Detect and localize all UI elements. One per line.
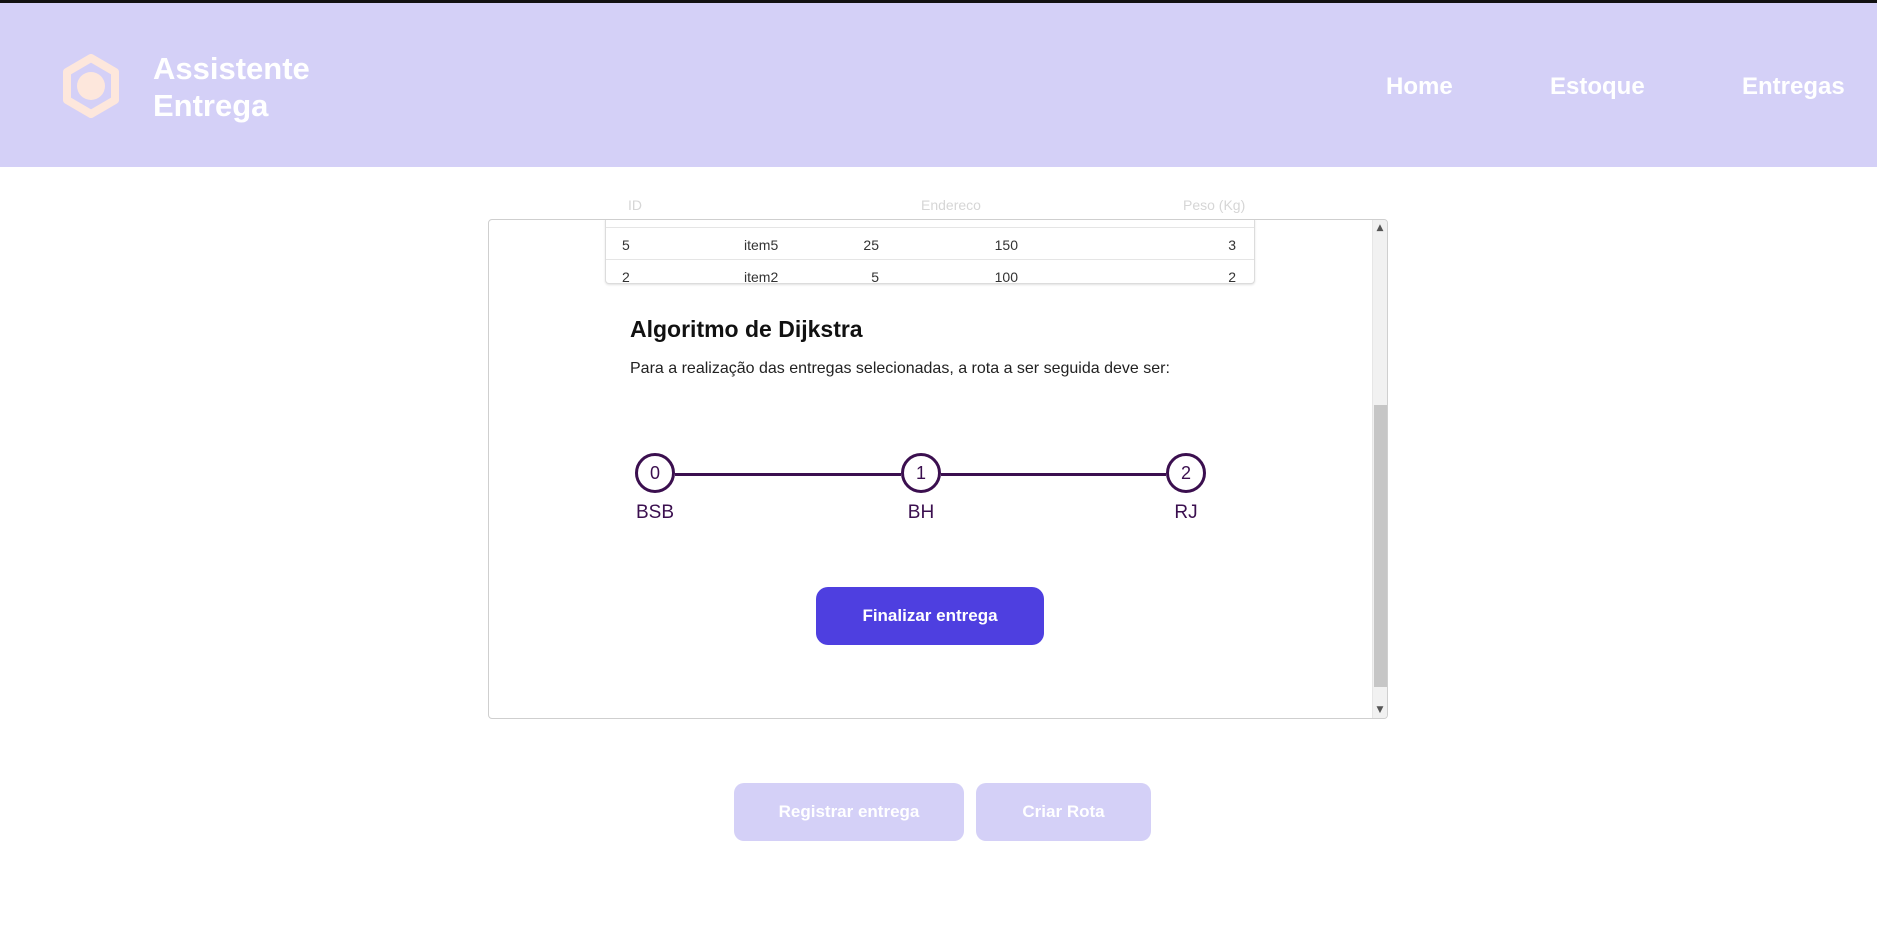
nav-stock[interactable]: Estoque — [1550, 73, 1645, 101]
route-city-label: BSB — [635, 502, 675, 523]
top-header: Assistente Entrega Home Estoque Entregas — [0, 3, 1877, 167]
cell-weight: 3 — [1228, 237, 1236, 253]
finalize-delivery-button[interactable]: Finalizar entrega — [816, 587, 1044, 645]
route-diagram: 0 1 2 BSB BH RJ — [635, 448, 1215, 548]
cell-value: 150 — [994, 237, 1018, 253]
chevron-down-icon[interactable]: ▼ — [1373, 703, 1387, 717]
brand-title: Assistente Entrega — [153, 50, 310, 124]
col-header-weight: Peso (Kg) — [1183, 197, 1246, 213]
cell-id: 5 — [622, 237, 630, 253]
brand-line-2: Entrega — [153, 88, 269, 123]
nav-home[interactable]: Home — [1386, 73, 1453, 101]
route-edge — [675, 473, 901, 476]
cell-id: 2 — [622, 269, 630, 285]
table-row[interactable]: 5 item5 25 150 3 — [606, 227, 1254, 259]
route-node: 0 — [635, 453, 675, 493]
route-node: 1 — [901, 453, 941, 493]
table-row[interactable]: 2 item2 5 100 2 — [606, 259, 1254, 291]
chevron-up-icon[interactable]: ▲ — [1373, 221, 1387, 235]
cell-item: item5 — [744, 237, 779, 253]
cell-value: 25 — [863, 237, 879, 253]
scroll-panel[interactable]: 5 item5 25 150 3 2 item2 5 100 2 Algorit… — [488, 219, 1388, 719]
route-city-label: BH — [907, 502, 935, 523]
vertical-scrollbar[interactable]: ▲ ▼ — [1372, 220, 1387, 718]
col-header-address: Endereco — [921, 197, 981, 213]
cell-item: item2 — [744, 269, 779, 285]
route-edge — [941, 473, 1166, 476]
col-header-id: ID — [628, 197, 642, 213]
deliveries-table: 5 item5 25 150 3 2 item2 5 100 2 — [605, 220, 1255, 285]
brand-line-1: Assistente — [153, 51, 310, 86]
cell-value: 100 — [994, 269, 1018, 285]
table-header: ID Endereco Peso (Kg) — [605, 190, 1255, 220]
nav-deliveries[interactable]: Entregas — [1742, 73, 1845, 101]
cell-weight: 2 — [1228, 269, 1236, 285]
hexagon-logo-icon — [63, 54, 119, 118]
route-node: 2 — [1166, 453, 1206, 493]
cell-value: 5 — [871, 269, 879, 285]
dijkstra-title: Algoritmo de Dijkstra — [630, 316, 863, 342]
route-city-label: RJ — [1174, 502, 1198, 523]
scrollbar-thumb[interactable] — [1374, 405, 1387, 687]
register-delivery-button[interactable]: Registrar entrega — [734, 783, 964, 841]
create-route-button[interactable]: Criar Rota — [976, 783, 1151, 841]
dijkstra-description: Para a realização das entregas seleciona… — [630, 360, 1170, 377]
